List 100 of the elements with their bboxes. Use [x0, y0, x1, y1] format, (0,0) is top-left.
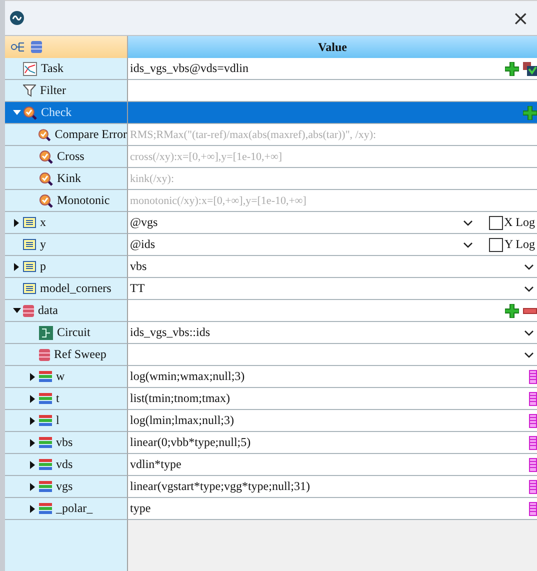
- collapsed-caret-icon[interactable]: [29, 504, 37, 512]
- collapsed-caret-icon[interactable]: [29, 372, 37, 380]
- row-label: p: [40, 259, 46, 274]
- row-label: Compare Error: [54, 127, 127, 142]
- value-cell[interactable]: @vgs X Log: [128, 212, 537, 234]
- value-cell[interactable]: TT: [128, 278, 537, 300]
- add-icon[interactable]: [505, 62, 519, 76]
- value-text: vdlin*type: [130, 457, 182, 472]
- value-cell[interactable]: linear(0;vbb*type;null;5): [128, 432, 537, 454]
- value-text: type: [130, 501, 152, 516]
- collapsed-caret-icon[interactable]: [29, 482, 37, 490]
- value-text: vbs: [130, 259, 148, 274]
- form-icon: [23, 217, 36, 228]
- value-text: linear(vgstart*type;vgg*type;null;31): [130, 479, 311, 494]
- add-icon[interactable]: [505, 304, 519, 318]
- value-text: ids_vgs_vbs@vds=vdlin: [130, 61, 250, 76]
- tree-row[interactable]: vds: [5, 454, 128, 476]
- layers-icon: [39, 459, 52, 470]
- value-text: log(wmin;wmax;null;3): [130, 369, 246, 384]
- filter-icon: [23, 84, 36, 97]
- tree-row[interactable]: Monotonic: [5, 190, 128, 212]
- layers-icon: [39, 415, 52, 426]
- value-cell[interactable]: log(wmin;wmax;null;3): [128, 366, 537, 388]
- close-button[interactable]: ×: [510, 6, 531, 30]
- app-logo-icon: [10, 11, 24, 25]
- tree-row[interactable]: Compare Error: [5, 124, 128, 146]
- layers-icon: [39, 371, 52, 382]
- tree-row[interactable]: x: [5, 212, 128, 234]
- tree-row[interactable]: Cross: [5, 146, 128, 168]
- row-label: _polar_: [56, 501, 93, 516]
- expanded-caret-icon[interactable]: [13, 306, 21, 314]
- checkbox-label: Y Log: [504, 237, 535, 252]
- checkbox[interactable]: [489, 238, 504, 252]
- list-icon[interactable]: [529, 436, 537, 450]
- layers-icon: [39, 437, 52, 448]
- tree-row[interactable]: model_corners: [5, 278, 128, 300]
- tree-row[interactable]: y: [5, 234, 128, 256]
- hint-text: RMS;RMax("(tar-ref)/max(abs(maxref),abs(tar))", /xy):: [130, 128, 378, 140]
- value-cell[interactable]: ids_vgs_vbs@vds=vdlin: [128, 58, 537, 80]
- tree-row[interactable]: Check: [5, 102, 128, 124]
- row-label: Check: [41, 105, 72, 120]
- tree-row[interactable]: p: [5, 256, 128, 278]
- database-icon[interactable]: [31, 40, 42, 54]
- magnifier-icon: [39, 172, 53, 186]
- row-label: Circuit: [57, 325, 90, 340]
- tree-row[interactable]: data: [5, 300, 128, 322]
- tree-row[interactable]: w: [5, 366, 128, 388]
- value-cell[interactable]: vbs: [128, 256, 537, 278]
- row-label: vgs: [56, 479, 73, 494]
- dropdown-chevron-icon[interactable]: [524, 286, 534, 292]
- tree-row[interactable]: vgs: [5, 476, 128, 498]
- dropdown-chevron-icon[interactable]: [463, 220, 473, 226]
- row-label: Ref Sweep: [54, 347, 106, 362]
- tree-icon[interactable]: [11, 41, 25, 53]
- checkbox[interactable]: [489, 216, 503, 230]
- dropdown-chevron-icon[interactable]: [524, 330, 534, 336]
- value-cell[interactable]: list(tmin;tnom;tmax): [128, 388, 537, 410]
- collapsed-caret-icon[interactable]: [29, 394, 37, 402]
- dropdown-chevron-icon[interactable]: [463, 242, 474, 248]
- tree-row[interactable]: Circuit: [5, 322, 128, 344]
- tree-row[interactable]: Filter: [5, 80, 128, 102]
- list-icon[interactable]: [529, 502, 537, 516]
- layers-icon: [39, 393, 52, 404]
- list-icon[interactable]: [529, 392, 537, 406]
- value-text: ids_vgs_vbs::ids: [130, 325, 212, 340]
- value-cell[interactable]: linear(vgstart*type;vgg*type;null;31): [128, 476, 537, 498]
- hint-text: kink(/xy):: [130, 172, 175, 184]
- tree-row[interactable]: l: [5, 410, 128, 432]
- value-text: log(lmin;lmax;null;3): [130, 413, 235, 428]
- collapsed-caret-icon[interactable]: [29, 438, 37, 446]
- row-label: Kink: [57, 171, 81, 186]
- collapsed-caret-icon[interactable]: [29, 416, 37, 424]
- list-icon[interactable]: [529, 480, 537, 494]
- row-label: data: [38, 303, 58, 318]
- value-cell[interactable]: ids_vgs_vbs::ids: [128, 322, 537, 344]
- edit-icon[interactable]: [523, 62, 537, 76]
- row-label: x: [40, 215, 46, 230]
- tree-row[interactable]: Task: [5, 58, 128, 80]
- tree-row[interactable]: t: [5, 388, 128, 410]
- value-text: @ids: [130, 237, 156, 252]
- dropdown-chevron-icon[interactable]: [524, 352, 534, 358]
- value-column-header: Value: [128, 36, 537, 58]
- dropdown-chevron-icon[interactable]: [524, 264, 534, 270]
- collapsed-caret-icon[interactable]: [29, 460, 37, 468]
- list-icon[interactable]: [529, 370, 537, 384]
- value-cell[interactable]: type: [128, 498, 537, 520]
- collapsed-caret-icon[interactable]: [13, 218, 21, 226]
- tree-row[interactable]: Ref Sweep: [5, 344, 128, 366]
- value-cell[interactable]: log(lmin;lmax;null;3): [128, 410, 537, 432]
- tree-row[interactable]: Kink: [5, 168, 128, 190]
- row-label: vds: [56, 457, 73, 472]
- database-icon: [23, 304, 34, 318]
- tree-row[interactable]: _polar_: [5, 498, 128, 520]
- collapsed-caret-icon[interactable]: [13, 262, 21, 270]
- list-icon[interactable]: [529, 458, 537, 472]
- value-cell[interactable]: @ids Y Log: [128, 234, 537, 256]
- remove-icon[interactable]: [523, 308, 537, 314]
- value-cell[interactable]: vdlin*type: [128, 454, 537, 476]
- tree-row[interactable]: vbs: [5, 432, 128, 454]
- list-icon[interactable]: [529, 414, 537, 428]
